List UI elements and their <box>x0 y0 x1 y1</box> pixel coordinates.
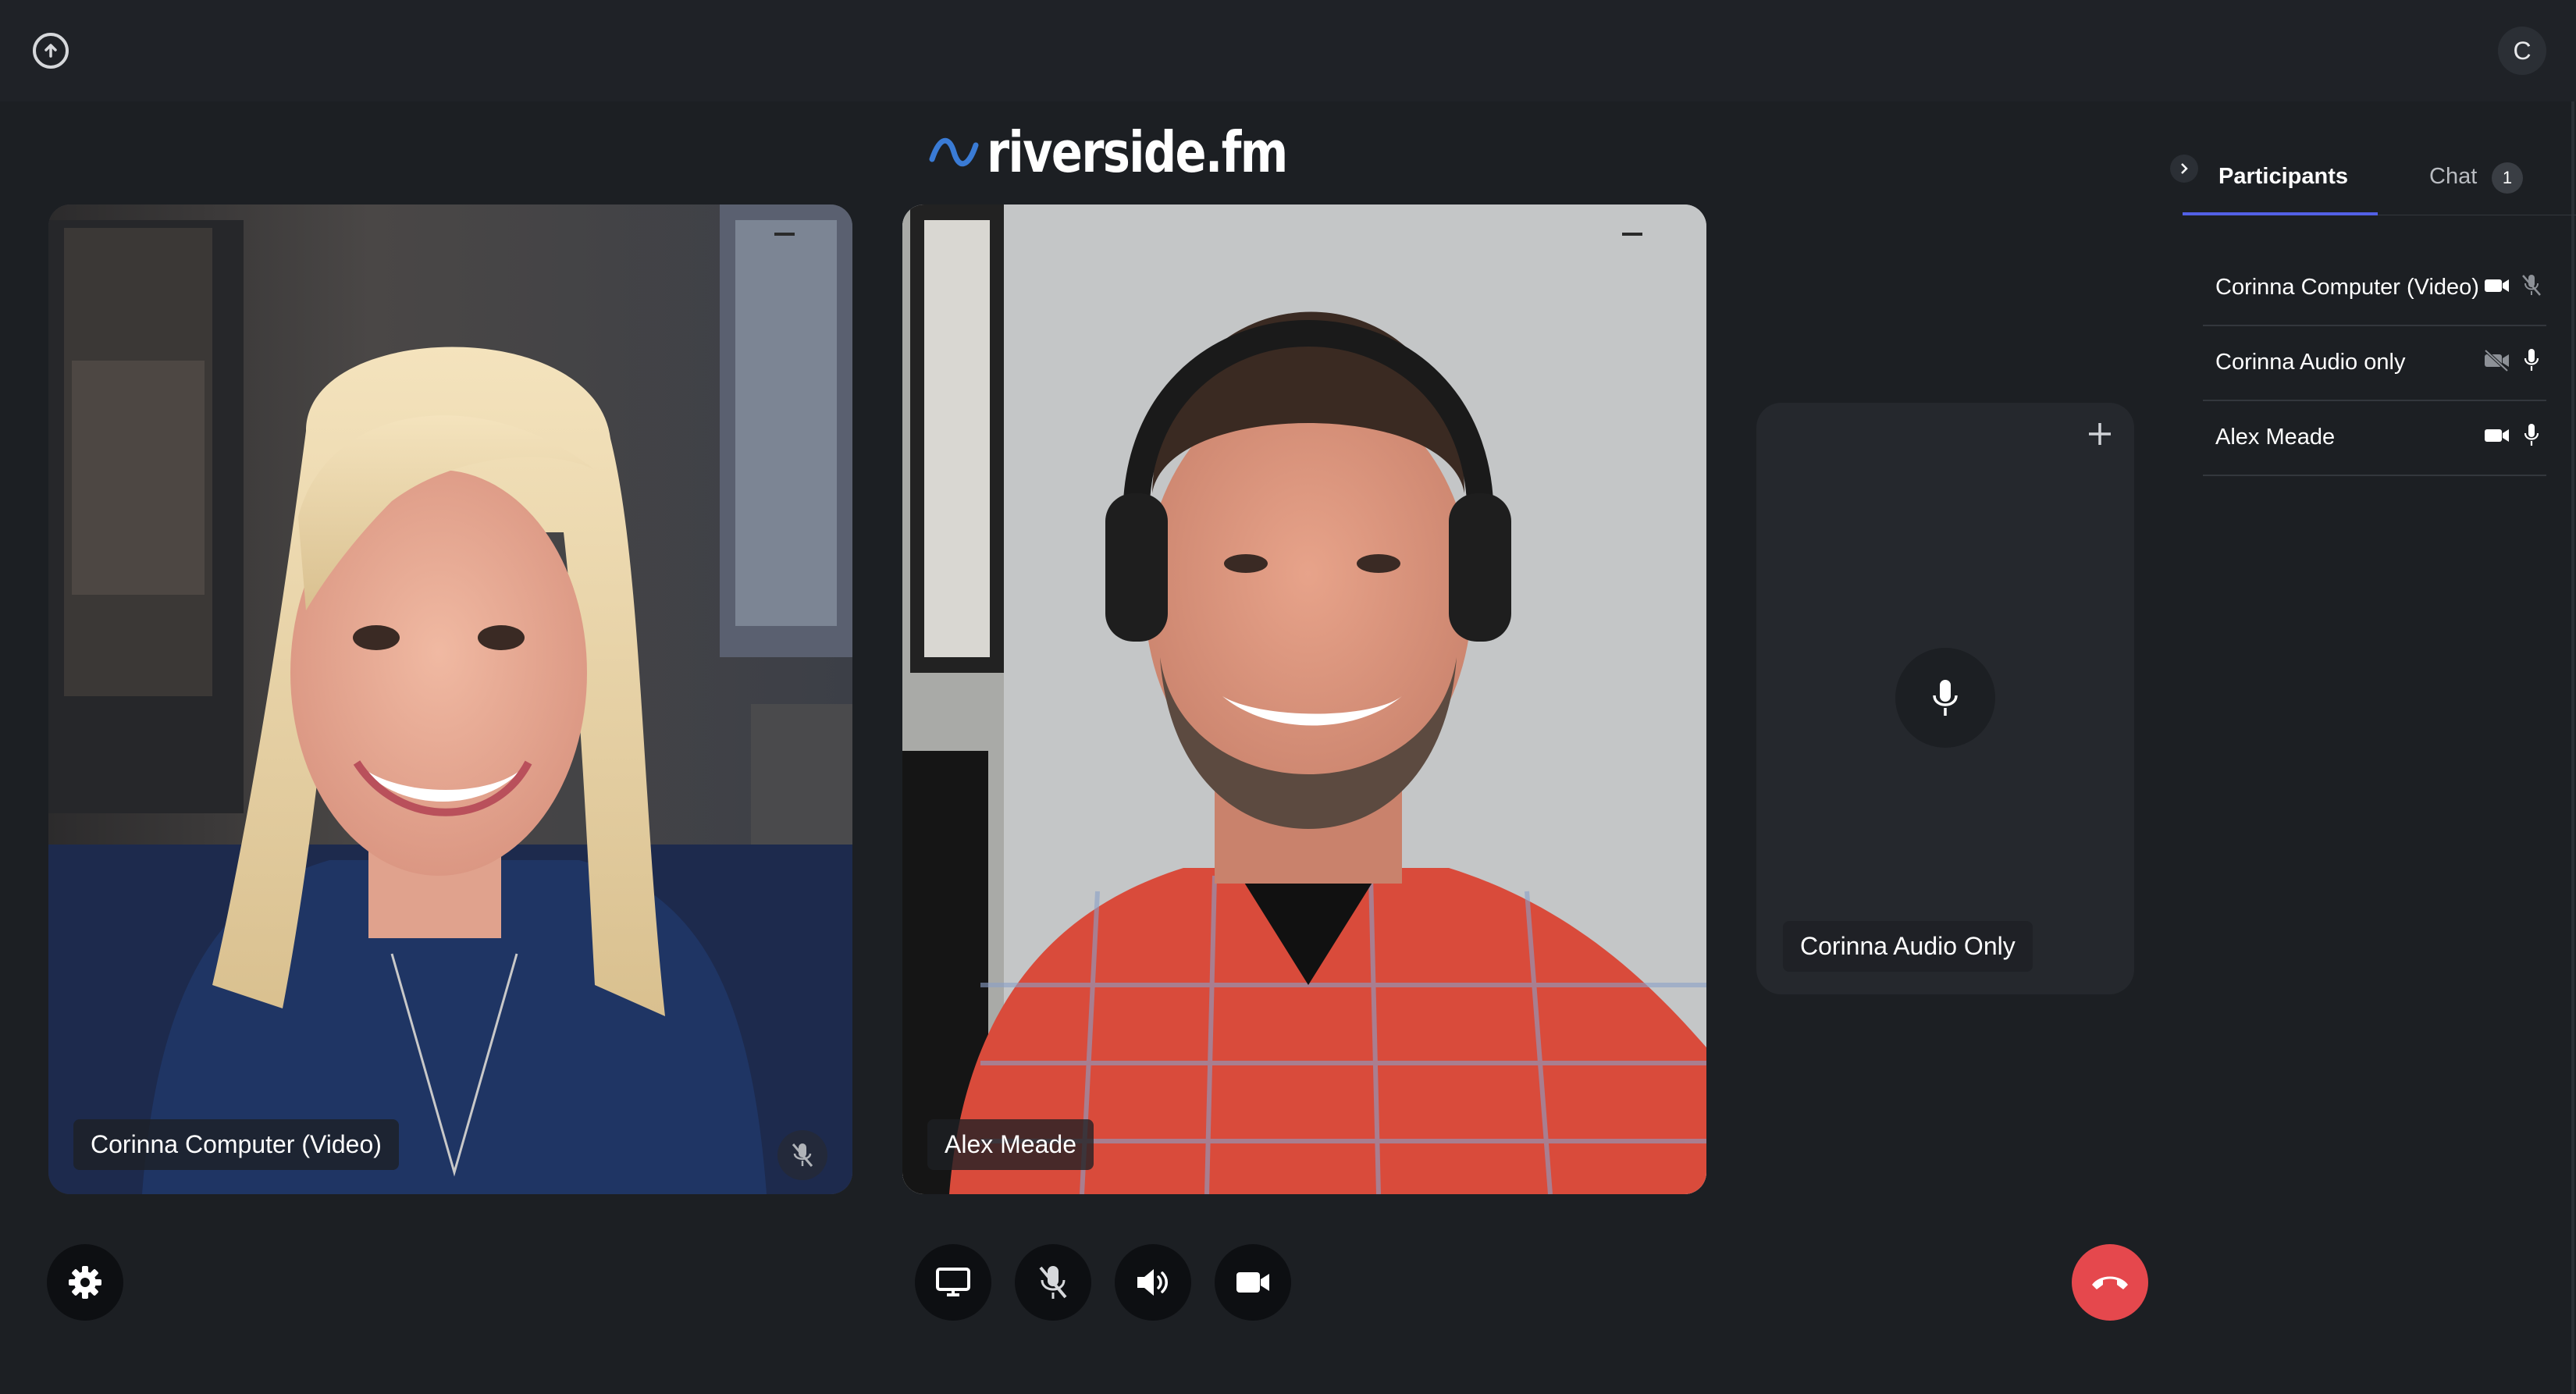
upload-icon[interactable] <box>33 33 69 69</box>
participant-name: Corinna Computer (Video) <box>2215 275 2479 300</box>
chat-count-badge: 1 <box>2492 162 2523 194</box>
mic-muted-icon <box>2522 275 2541 296</box>
participant-name: Alex Meade <box>2215 425 2336 450</box>
camera-icon <box>2485 279 2509 292</box>
microphone-icon <box>2524 349 2539 371</box>
participant-row[interactable]: Corinna Audio only <box>2203 326 2546 401</box>
scrollbar[interactable] <box>2571 101 2574 1394</box>
mic-muted-icon <box>1039 1266 1067 1299</box>
wave-logo-icon <box>929 137 979 167</box>
minimize-icon[interactable] <box>774 233 795 236</box>
tile-name-label: Alex Meade <box>927 1119 1094 1170</box>
microphone-icon <box>2524 424 2539 446</box>
speaker-icon <box>1137 1269 1168 1296</box>
tile-name-label: Corinna Computer (Video) <box>73 1119 399 1170</box>
camera-off-icon <box>2484 349 2509 372</box>
camera-icon <box>1236 1272 1269 1293</box>
screen-share-icon <box>936 1268 970 1296</box>
speaker-button[interactable] <box>1115 1244 1191 1321</box>
phone-hangup-icon <box>2092 1276 2128 1289</box>
camera-button[interactable] <box>1215 1244 1291 1321</box>
tile-name-label: Corinna Audio Only <box>1783 921 2033 972</box>
participant-video <box>902 204 1706 1194</box>
camera-icon <box>2485 429 2509 442</box>
user-avatar[interactable]: C <box>2498 27 2546 75</box>
logo-text: riverside.fm <box>987 119 1288 185</box>
participant-video <box>48 204 852 1194</box>
end-call-button[interactable] <box>2072 1244 2148 1321</box>
gear-icon <box>69 1266 101 1299</box>
participant-row[interactable]: Alex Meade <box>2203 401 2546 476</box>
settings-button[interactable] <box>47 1244 123 1321</box>
arrow-up-icon <box>44 44 57 58</box>
mute-mic-button[interactable] <box>1015 1244 1091 1321</box>
plus-icon[interactable] <box>2086 420 2114 448</box>
mic-muted-icon <box>777 1130 827 1180</box>
screen-share-button[interactable] <box>915 1244 991 1321</box>
chevron-right-icon <box>2181 163 2188 174</box>
minimize-icon[interactable] <box>1622 233 1642 236</box>
active-tab-indicator <box>2183 212 2378 215</box>
participant-row[interactable]: Corinna Computer (Video) <box>2203 251 2546 326</box>
tab-chat[interactable]: Chat <box>2429 164 2477 190</box>
tab-participants[interactable]: Participants <box>2218 164 2348 190</box>
microphone-icon <box>1895 648 1995 748</box>
video-tile-corinna[interactable] <box>48 204 852 1194</box>
brand-logo: riverside.fm <box>929 117 1353 187</box>
collapse-panel-button[interactable] <box>2170 155 2198 183</box>
participant-name: Corinna Audio only <box>2215 350 2406 375</box>
video-tile-alex[interactable] <box>902 204 1706 1194</box>
top-bar <box>0 0 2576 101</box>
